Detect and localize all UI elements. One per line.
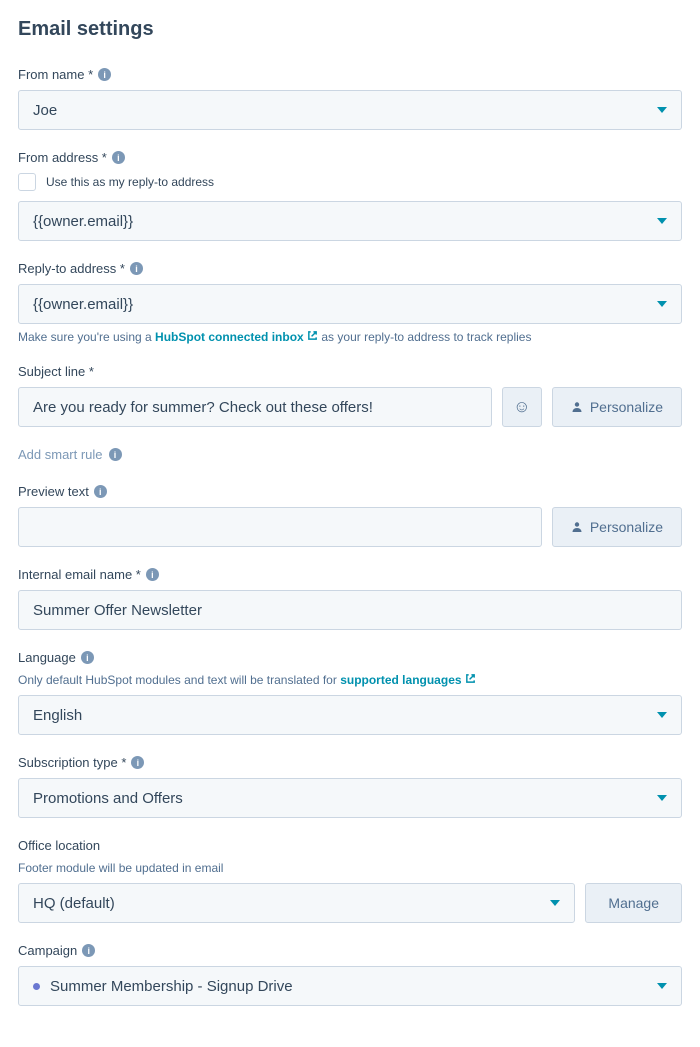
label-text: Language (18, 650, 76, 665)
personalize-preview-button[interactable]: Personalize (552, 507, 682, 547)
subscription-select[interactable]: Promotions and Offers (18, 778, 682, 818)
language-label: Language i (18, 650, 682, 665)
label-text: Preview text (18, 484, 89, 499)
emoji-icon: ☺ (513, 397, 530, 417)
chevron-down-icon (550, 900, 560, 906)
button-label: Personalize (590, 519, 663, 535)
info-icon[interactable]: i (131, 756, 144, 769)
chevron-down-icon (657, 107, 667, 113)
select-value: HQ (default) (33, 895, 550, 912)
campaign-status-dot-icon (33, 983, 40, 990)
label-text: From address * (18, 150, 107, 165)
personalize-subject-button[interactable]: Personalize (552, 387, 682, 427)
subject-input[interactable] (18, 387, 492, 427)
subject-field: Subject line * ☺ Personalize (18, 364, 682, 427)
subscription-field: Subscription type * i Promotions and Off… (18, 755, 682, 818)
label-text: Reply-to address * (18, 261, 125, 276)
button-label: Manage (608, 895, 659, 911)
from-name-field: From name * i Joe (18, 67, 682, 130)
external-link-icon (307, 330, 318, 341)
reply-to-helper: Make sure you're using a HubSpot connect… (18, 330, 682, 344)
person-icon (571, 401, 583, 413)
internal-name-input[interactable] (18, 590, 682, 630)
info-icon[interactable]: i (98, 68, 111, 81)
select-value: {{owner.email}} (33, 213, 657, 230)
supported-languages-link[interactable]: supported languages (340, 673, 476, 687)
preview-text-field: Preview text i Personalize (18, 484, 682, 547)
reply-to-select[interactable]: {{owner.email}} (18, 284, 682, 324)
label-text: Subscription type * (18, 755, 126, 770)
subscription-label: Subscription type * i (18, 755, 682, 770)
link-text: supported languages (340, 673, 461, 687)
reply-to-checkbox-row: Use this as my reply-to address (18, 173, 682, 191)
chevron-down-icon (657, 983, 667, 989)
chevron-down-icon (657, 795, 667, 801)
subject-label: Subject line * (18, 364, 682, 379)
helper-prefix: Make sure you're using a (18, 330, 155, 344)
chevron-down-icon (657, 301, 667, 307)
reply-to-label: Reply-to address * i (18, 261, 682, 276)
campaign-field: Campaign i Summer Membership - Signup Dr… (18, 943, 682, 1006)
manage-button[interactable]: Manage (585, 883, 682, 923)
connected-inbox-link[interactable]: HubSpot connected inbox (155, 330, 318, 344)
helper-suffix: as your reply-to address to track replie… (318, 330, 531, 344)
info-icon[interactable]: i (94, 485, 107, 498)
reply-to-checkbox[interactable] (18, 173, 36, 191)
info-icon[interactable]: i (81, 651, 94, 664)
label-text: Subject line * (18, 364, 94, 379)
select-value: {{owner.email}} (33, 296, 657, 313)
from-address-field: From address * i Use this as my reply-to… (18, 150, 682, 241)
info-icon[interactable]: i (109, 448, 122, 461)
language-select[interactable]: English (18, 695, 682, 735)
select-value: Joe (33, 102, 657, 119)
chevron-down-icon (657, 218, 667, 224)
language-field: Language i Only default HubSpot modules … (18, 650, 682, 735)
office-label: Office location (18, 838, 682, 853)
office-select[interactable]: HQ (default) (18, 883, 575, 923)
info-icon[interactable]: i (82, 944, 95, 957)
button-label: Personalize (590, 399, 663, 415)
label-text: Campaign (18, 943, 77, 958)
person-icon (571, 521, 583, 533)
from-name-select[interactable]: Joe (18, 90, 682, 130)
preview-text-input[interactable] (18, 507, 542, 547)
label-text: Office location (18, 838, 100, 853)
label-text: From name * (18, 67, 93, 82)
select-value: English (33, 707, 657, 724)
from-address-label: From address * i (18, 150, 682, 165)
internal-name-label: Internal email name * i (18, 567, 682, 582)
reply-to-field: Reply-to address * i {{owner.email}} Mak… (18, 261, 682, 344)
chevron-down-icon (657, 712, 667, 718)
emoji-button[interactable]: ☺ (502, 387, 542, 427)
from-address-select[interactable]: {{owner.email}} (18, 201, 682, 241)
info-icon[interactable]: i (146, 568, 159, 581)
helper-prefix: Only default HubSpot modules and text wi… (18, 673, 340, 687)
language-helper: Only default HubSpot modules and text wi… (18, 673, 682, 687)
campaign-select[interactable]: Summer Membership - Signup Drive (18, 966, 682, 1006)
select-value: Summer Membership - Signup Drive (50, 978, 293, 995)
info-icon[interactable]: i (112, 151, 125, 164)
preview-text-label: Preview text i (18, 484, 682, 499)
info-icon[interactable]: i (130, 262, 143, 275)
page-title: Email settings (18, 18, 682, 41)
add-smart-rule-link[interactable]: Add smart rule i (18, 447, 682, 462)
link-text: Add smart rule (18, 447, 103, 462)
from-name-label: From name * i (18, 67, 682, 82)
select-value: Promotions and Offers (33, 790, 657, 807)
internal-name-field: Internal email name * i (18, 567, 682, 630)
checkbox-label: Use this as my reply-to address (46, 175, 214, 189)
office-field: Office location Footer module will be up… (18, 838, 682, 923)
label-text: Internal email name * (18, 567, 141, 582)
office-helper: Footer module will be updated in email (18, 861, 682, 875)
link-text: HubSpot connected inbox (155, 330, 304, 344)
external-link-icon (465, 673, 476, 684)
campaign-label: Campaign i (18, 943, 682, 958)
